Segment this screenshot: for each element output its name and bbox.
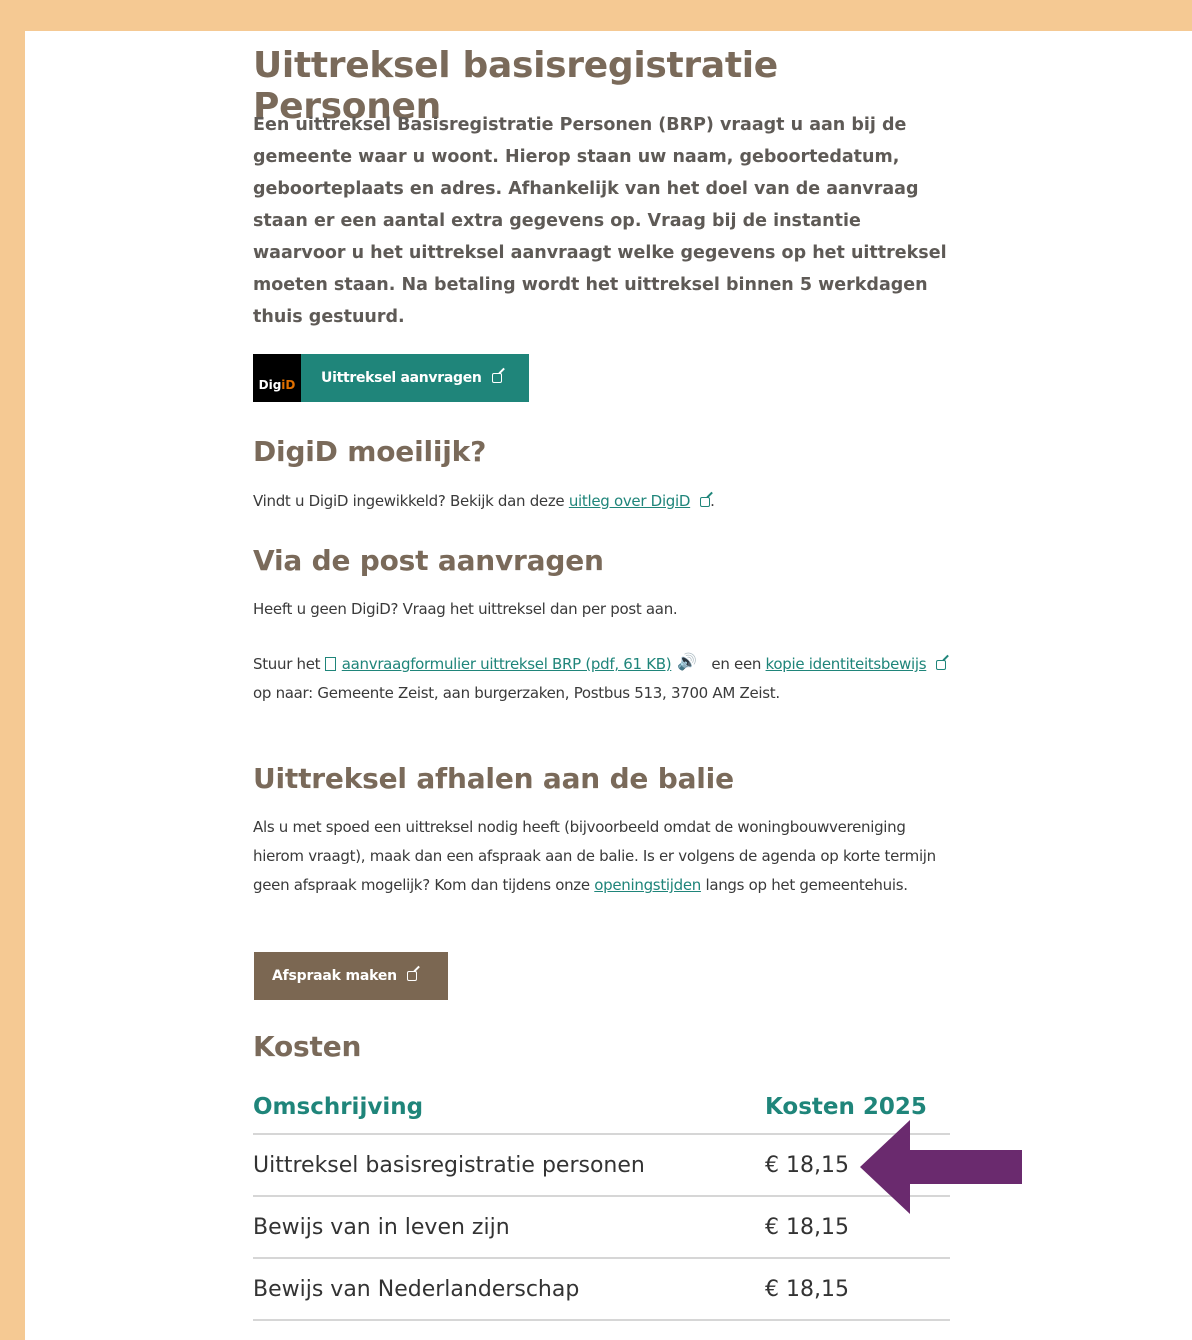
kosten-heading: Kosten	[253, 1030, 362, 1063]
balie-heading: Uittreksel afhalen aan de balie	[253, 762, 734, 795]
post-line1: Heeft u geen DigiD? Vraag het uittreksel…	[253, 600, 678, 618]
row-description: Bewijs van Nederlanderschap	[253, 1258, 765, 1321]
digid-moeilijk-text: Vindt u DigiD ingewikkeld? Bekijk dan de…	[253, 492, 715, 510]
aanvraagformulier-link[interactable]: aanvraagformulier uittreksel BRP (pdf, 6…	[342, 655, 672, 673]
post-instructions: Stuur het aanvraagformulier uittreksel B…	[253, 647, 953, 708]
afspraak-maken-button[interactable]: Afspraak maken	[254, 952, 448, 1000]
table-row: Bewijs van Nederlanderschap € 18,15	[253, 1258, 950, 1321]
kosten-table: Omschrijving Kosten 2025 Uittreksel basi…	[253, 1081, 950, 1321]
kopie-identiteitsbewijs-link[interactable]: kopie identiteitsbewijs	[766, 655, 927, 673]
row-description: Uittreksel basisregistratie personen	[253, 1134, 765, 1197]
external-link-icon	[700, 496, 711, 507]
digid-logo: Dig iD	[253, 354, 301, 402]
digid-request-button[interactable]: Dig iD Uittreksel aanvragen	[253, 354, 529, 402]
balie-text: Als u met spoed een uittreksel nodig hee…	[253, 818, 936, 894]
intro-paragraph: Een uittreksel Basisregistratie Personen…	[253, 115, 947, 327]
column-header-omschrijving: Omschrijving	[253, 1081, 765, 1135]
table-row: Uittreksel basisregistratie personen € 1…	[253, 1134, 950, 1197]
row-description: Bewijs van in leven zijn	[253, 1196, 765, 1259]
external-link-icon	[491, 373, 502, 383]
row-price: € 18,15	[765, 1258, 950, 1321]
post-heading: Via de post aanvragen	[253, 544, 604, 577]
external-link-icon	[936, 659, 947, 670]
table-header-row: Omschrijving Kosten 2025	[253, 1081, 950, 1135]
digid-moeilijk-heading: DigiD moeilijk?	[253, 435, 487, 468]
pdf-icon	[324, 657, 336, 671]
openingstijden-link[interactable]: openingstijden	[594, 876, 701, 894]
digid-button-label: Uittreksel aanvragen	[321, 370, 482, 386]
digid-uitleg-link[interactable]: uitleg over DigiD	[569, 492, 691, 510]
external-link-icon	[406, 971, 417, 981]
table-row: Bewijs van in leven zijn € 18,15	[253, 1196, 950, 1259]
highlight-arrow-icon	[860, 1120, 1022, 1214]
speaker-icon[interactable]: 🔊	[677, 647, 697, 676]
